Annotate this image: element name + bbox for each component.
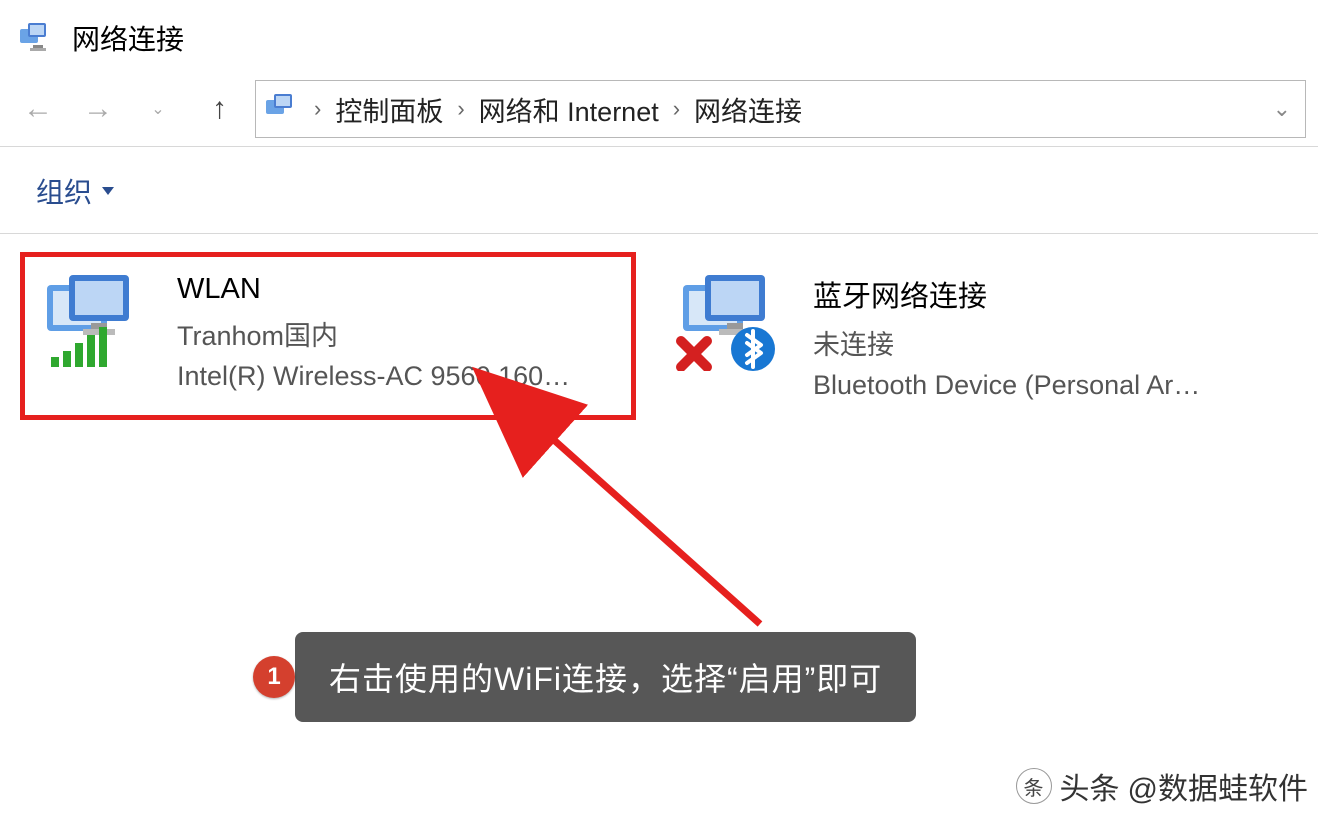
watermark: 条 头条 @数据蛙软件: [1016, 764, 1308, 808]
window-title: 网络连接: [72, 18, 184, 58]
back-button[interactable]: ←: [22, 92, 54, 126]
bluetooth-adapter-icon: [675, 271, 785, 371]
watermark-label: 头条: [1060, 764, 1120, 808]
recent-dropdown[interactable]: ⌄: [142, 99, 174, 119]
titlebar: 网络连接: [0, 0, 1318, 76]
address-dropdown-icon[interactable]: ⌄: [1273, 96, 1291, 122]
connection-device: Intel(R) Wireless-AC 9560 160…: [177, 361, 570, 392]
connection-status: Tranhom国内: [177, 314, 570, 353]
chevron-right-icon[interactable]: ›: [669, 96, 684, 122]
breadcrumb-network-internet[interactable]: 网络和 Internet: [479, 90, 659, 129]
annotation-callout: 1 右击使用的WiFi连接，选择“启用”即可: [295, 632, 916, 722]
connection-texts: WLAN Tranhom国内 Intel(R) Wireless-AC 9560…: [177, 271, 570, 392]
breadcrumb-control-panel[interactable]: 控制面板: [335, 90, 443, 129]
chevron-down-icon: [102, 187, 114, 195]
connections-panel: WLAN Tranhom国内 Intel(R) Wireless-AC 9560…: [0, 234, 1318, 438]
toolbar: 组织: [0, 147, 1318, 234]
breadcrumb-network-connections[interactable]: 网络连接: [694, 90, 802, 129]
organize-label: 组织: [36, 171, 92, 211]
network-connections-icon: [20, 23, 54, 53]
location-icon: [266, 94, 300, 124]
connection-texts: 蓝牙网络连接 未连接 Bluetooth Device (Personal Ar…: [813, 271, 1200, 401]
up-button[interactable]: ↑: [212, 92, 227, 126]
nav-row: ← → ⌄ ↑ › 控制面板 › 网络和 Internet › 网络连接 ⌄: [0, 76, 1318, 147]
address-bar[interactable]: › 控制面板 › 网络和 Internet › 网络连接 ⌄: [255, 80, 1306, 138]
annotation-step-number: 1: [253, 656, 295, 698]
connection-item-bluetooth[interactable]: 蓝牙网络连接 未连接 Bluetooth Device (Personal Ar…: [656, 252, 1272, 420]
nav-arrows: ← → ⌄ ↑: [18, 92, 235, 126]
chevron-right-icon[interactable]: ›: [310, 96, 325, 122]
connection-item-wlan[interactable]: WLAN Tranhom国内 Intel(R) Wireless-AC 9560…: [20, 252, 636, 420]
connection-name: 蓝牙网络连接: [813, 273, 1200, 315]
annotation-text: 右击使用的WiFi连接，选择“启用”即可: [295, 632, 916, 722]
watermark-author: @数据蛙软件: [1128, 764, 1308, 808]
forward-button[interactable]: →: [82, 92, 114, 126]
organize-menu[interactable]: 组织: [36, 171, 114, 211]
connection-status: 未连接: [813, 323, 1200, 362]
connection-device: Bluetooth Device (Personal Ar…: [813, 370, 1200, 401]
watermark-icon: 条: [1016, 768, 1052, 804]
wlan-adapter-icon: [39, 271, 149, 371]
connection-name: WLAN: [177, 273, 570, 306]
chevron-right-icon[interactable]: ›: [453, 96, 468, 122]
